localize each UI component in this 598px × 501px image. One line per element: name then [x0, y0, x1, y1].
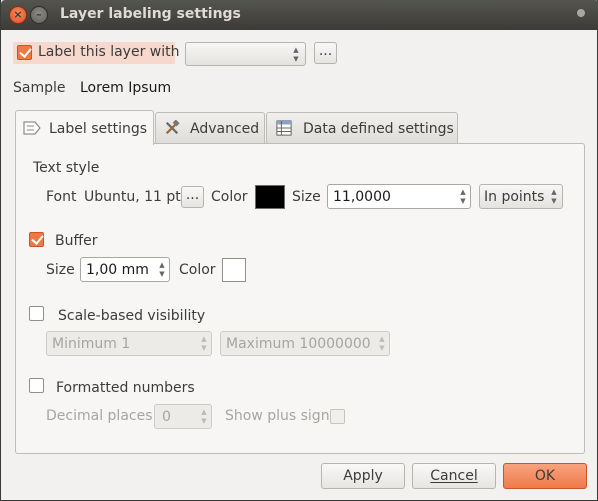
- sample-text: Lorem Ipsum: [80, 80, 172, 96]
- close-icon: ×: [13, 8, 23, 21]
- decimal-places-value: 0: [162, 409, 171, 425]
- font-label: Font: [46, 189, 77, 205]
- minimum-scale-spinbox[interactable]: Minimum 1 ▲ ▼: [46, 331, 212, 356]
- buffer-size-label: Size: [46, 262, 75, 278]
- buffer-color-label: Color: [179, 262, 216, 278]
- title-bar[interactable]: × – Layer labeling settings: [1, 0, 598, 30]
- decimal-places-spinbox[interactable]: 0 ▲ ▼: [154, 404, 212, 429]
- buffer-label[interactable]: Buffer: [55, 233, 98, 249]
- text-style-heading: Text style: [33, 160, 100, 176]
- tab-advanced-text: Advanced: [190, 121, 260, 137]
- ok-button[interactable]: OK: [503, 463, 587, 489]
- show-plus-sign-checkbox[interactable]: [330, 409, 345, 424]
- apply-button-label: Apply: [343, 468, 383, 484]
- apply-button[interactable]: Apply: [321, 463, 405, 489]
- dialog-window: × – Layer labeling settings Label this l…: [0, 0, 598, 501]
- buffer-size-value: 1,00 mm: [86, 262, 149, 278]
- spin-arrows-icon: ▲ ▼: [201, 335, 207, 352]
- text-color-swatch[interactable]: [255, 185, 285, 209]
- maximum-scale-spinbox[interactable]: Maximum 10000000 ▲ ▼: [220, 331, 390, 356]
- ok-button-label: OK: [534, 468, 556, 484]
- spin-arrows-icon[interactable]: ▲ ▼: [459, 188, 467, 206]
- formatted-numbers-checkbox[interactable]: [29, 378, 44, 393]
- tab-data-defined[interactable]: Data defined settings: [266, 112, 458, 144]
- label-field-select[interactable]: ▲ ▼: [185, 42, 306, 66]
- scale-visibility-checkbox[interactable]: [29, 306, 44, 321]
- text-size-label: Size: [292, 189, 321, 205]
- size-unit-value: In points: [484, 189, 545, 205]
- table-icon: [276, 120, 292, 136]
- label-icon: [23, 121, 41, 135]
- chevron-updown-icon: ▲ ▼: [551, 188, 557, 205]
- close-window-button[interactable]: ×: [9, 6, 27, 24]
- spin-arrows-icon[interactable]: ▲ ▼: [158, 261, 166, 279]
- formatted-numbers-label[interactable]: Formatted numbers: [56, 380, 195, 396]
- minimize-window-button[interactable]: –: [30, 6, 48, 24]
- buffer-size-spinbox[interactable]: 1,00 mm ▲ ▼: [80, 257, 170, 282]
- chevron-updown-icon: ▲ ▼: [293, 46, 299, 63]
- spin-arrows-icon: ▲ ▼: [379, 335, 385, 352]
- font-value: Ubuntu, 11 pt: [84, 189, 181, 205]
- text-size-spinbox[interactable]: 11,0000 ▲ ▼: [327, 184, 471, 209]
- scale-visibility-label[interactable]: Scale-based visibility: [58, 308, 205, 324]
- font-button[interactable]: ...: [181, 186, 204, 208]
- sample-label: Sample: [13, 80, 66, 96]
- maximum-scale-value: Maximum 10000000: [226, 336, 371, 352]
- cancel-button[interactable]: Cancel: [412, 463, 496, 489]
- tools-icon: [165, 120, 180, 135]
- minimize-icon: –: [36, 8, 42, 21]
- buffer-checkbox[interactable]: [29, 232, 44, 247]
- spin-arrows-icon: ▲ ▼: [201, 408, 207, 425]
- text-color-label: Color: [211, 189, 248, 205]
- buffer-color-swatch[interactable]: [222, 258, 246, 282]
- tab-data-defined-text: Data defined settings: [303, 121, 454, 137]
- window-title: Layer labeling settings: [60, 6, 241, 22]
- cancel-button-label: Cancel: [430, 468, 478, 484]
- size-unit-select[interactable]: In points ▲ ▼: [479, 184, 563, 209]
- tab-label-settings[interactable]: Label settings: [15, 110, 154, 145]
- expression-button[interactable]: ...: [314, 42, 337, 64]
- tab-advanced[interactable]: Advanced: [155, 112, 265, 144]
- text-size-value: 11,0000: [333, 189, 391, 205]
- tab-label-settings-text: Label settings: [49, 121, 148, 137]
- show-plus-sign-label: Show plus sign: [225, 408, 330, 424]
- label-layer-checkbox[interactable]: [17, 45, 32, 60]
- label-layer-text[interactable]: Label this layer with: [38, 44, 180, 60]
- window-menu-icon[interactable]: [577, 9, 585, 17]
- minimum-scale-value: Minimum 1: [52, 336, 131, 352]
- decimal-places-label: Decimal places: [46, 408, 153, 424]
